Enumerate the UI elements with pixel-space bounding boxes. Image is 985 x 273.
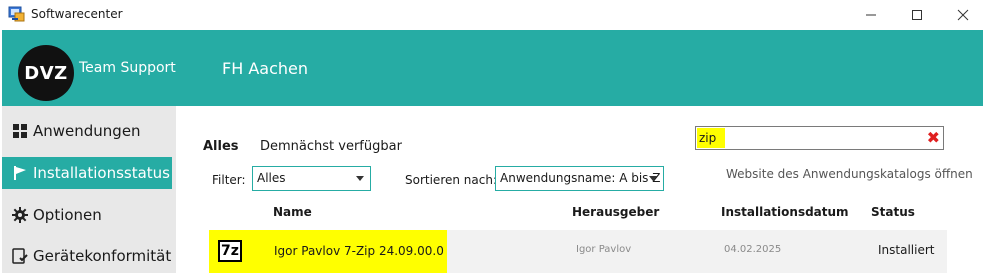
column-header-publisher[interactable]: Herausgeber	[572, 205, 659, 219]
app-header: DVZ Team Support FH Aachen	[2, 30, 983, 106]
filter-value: Alles	[257, 171, 286, 185]
sidebar-item-geraetekonformitaet[interactable]: Gerätekonformität	[2, 240, 176, 272]
tab-demnaechst-verfuegbar[interactable]: Demnächst verfügbar	[260, 139, 402, 154]
catalog-website-link[interactable]: Website des Anwendungskatalogs öffnen	[726, 167, 973, 181]
sidebar-item-label: Optionen	[33, 206, 102, 224]
dvz-logo: DVZ	[18, 45, 74, 101]
gear-icon	[11, 206, 29, 224]
column-header-name[interactable]: Name	[273, 205, 312, 219]
7zip-app-icon: 7z	[218, 240, 242, 262]
sort-label: Sortieren nach:	[405, 173, 497, 187]
sort-dropdown[interactable]: Anwendungsname: A bis Z	[495, 166, 664, 191]
sidebar-item-label: Installationsstatus	[33, 164, 170, 182]
sort-value: Anwendungsname: A bis Z	[500, 171, 661, 185]
table-row[interactable]: 7z Igor Pavlov 7-Zip 24.09.00.0 Igor Pav…	[209, 230, 947, 273]
app-publisher: Igor Pavlov	[576, 244, 632, 255]
search-value: zip	[697, 128, 725, 148]
tab-alles[interactable]: Alles	[203, 139, 239, 154]
sidebar: Anwendungen Installationsstatus Optionen…	[2, 106, 176, 273]
maximize-button[interactable]	[894, 0, 940, 30]
organization-name: FH Aachen	[222, 59, 308, 78]
main-content: Alles Demnächst verfügbar zip ✖ Filter: …	[176, 106, 983, 273]
column-header-install-date[interactable]: Installationsdatum	[721, 205, 849, 219]
sidebar-item-label: Gerätekonformität	[33, 247, 172, 265]
search-input[interactable]: zip ✖	[695, 126, 944, 150]
window-titlebar: Softwarecenter	[0, 0, 985, 30]
filter-label: Filter:	[212, 173, 246, 187]
flag-icon	[11, 164, 29, 182]
sidebar-item-anwendungen[interactable]: Anwendungen	[2, 115, 176, 147]
filter-dropdown[interactable]: Alles	[252, 166, 371, 191]
minimize-button[interactable]	[848, 0, 894, 30]
brand-label: Team Support	[79, 60, 176, 76]
close-icon	[957, 9, 969, 21]
app-name: Igor Pavlov 7-Zip 24.09.00.0	[274, 244, 444, 258]
window-title: Softwarecenter	[31, 7, 123, 21]
sidebar-item-installationsstatus[interactable]: Installationsstatus	[2, 157, 172, 189]
chevron-down-icon	[649, 176, 657, 181]
app-status: Installiert	[878, 243, 935, 257]
clear-search-icon[interactable]: ✖	[927, 128, 940, 148]
grid-icon	[11, 122, 29, 140]
minimize-icon	[866, 14, 876, 16]
app-install-date: 04.02.2025	[724, 244, 782, 255]
maximize-icon	[912, 10, 922, 20]
sidebar-item-label: Anwendungen	[33, 122, 141, 140]
chevron-down-icon	[356, 176, 364, 181]
device-compliance-icon	[11, 247, 29, 265]
sidebar-item-optionen[interactable]: Optionen	[2, 199, 176, 231]
close-button[interactable]	[940, 0, 985, 30]
softwarecenter-icon	[8, 5, 26, 23]
column-header-status[interactable]: Status	[871, 205, 915, 219]
